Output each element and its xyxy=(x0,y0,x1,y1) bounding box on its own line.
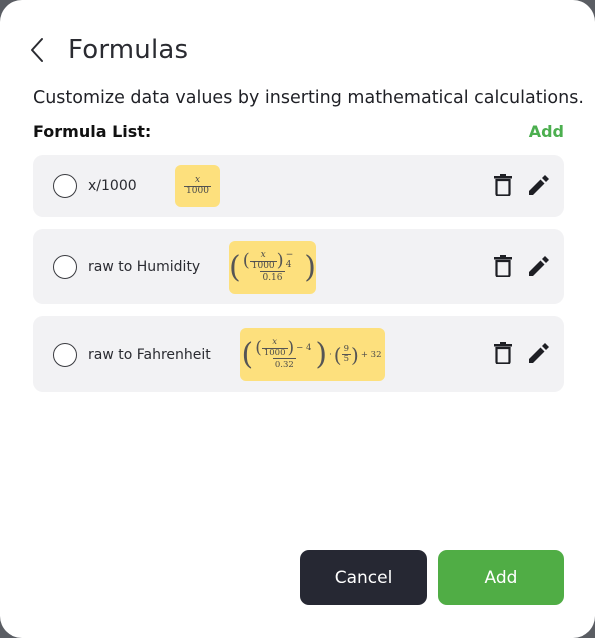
formula-preview: ( ( x 1000 ) − 4 0.32 ) · ( 9 5) + 32 xyxy=(240,328,385,381)
formula-radio[interactable] xyxy=(53,255,77,279)
chevron-left-icon xyxy=(31,38,43,62)
edit-button[interactable] xyxy=(527,173,549,197)
formula-radio[interactable] xyxy=(53,174,77,198)
paren-right: ) xyxy=(315,337,328,372)
paren-left: ( xyxy=(242,250,250,272)
formula-denominator: 5 xyxy=(341,354,352,364)
formula-denominator: 1000 xyxy=(261,347,288,358)
formula-row[interactable]: raw to Fahrenheit ( ( x 1000 ) − 4 0.32 … xyxy=(33,316,564,392)
cancel-button[interactable]: Cancel xyxy=(300,550,427,605)
description-text: Customize data values by inserting mathe… xyxy=(33,88,584,108)
delete-button[interactable] xyxy=(492,254,514,278)
trash-icon xyxy=(494,255,512,277)
paren-left: ( xyxy=(333,342,342,367)
paren-left: ( xyxy=(229,250,241,285)
dialog-header: Formulas xyxy=(30,32,188,68)
formula-name: raw to Fahrenheit xyxy=(88,347,211,363)
formula-name: raw to Humidity xyxy=(88,259,201,275)
formula-denominator: 1000 xyxy=(184,185,211,196)
formula-preview: ( ( x 1000 ) − 4 0.16 ) xyxy=(229,241,316,294)
formulas-dialog: Formulas Customize data values by insert… xyxy=(0,0,595,638)
delete-button[interactable] xyxy=(492,173,514,197)
trash-icon xyxy=(494,342,512,364)
formula-denominator: 0.32 xyxy=(272,358,296,371)
formula-row[interactable]: x/1000 x 1000 xyxy=(33,155,564,217)
formula-operator: + 32 xyxy=(360,349,382,360)
paren-right: ) xyxy=(304,250,316,285)
formula-numerator: x xyxy=(194,174,201,185)
add-formula-link[interactable]: Add xyxy=(529,122,564,141)
formula-numerator: x xyxy=(272,337,278,348)
formula-preview: x 1000 xyxy=(175,165,220,207)
back-button[interactable] xyxy=(30,35,52,65)
delete-button[interactable] xyxy=(492,341,514,365)
add-button[interactable]: Add xyxy=(438,550,564,605)
paren-right: ) xyxy=(287,337,295,358)
trash-icon xyxy=(494,174,512,196)
formula-operator: − 4 xyxy=(296,342,312,353)
formula-numerator: x xyxy=(260,249,266,260)
paren-right: ) xyxy=(276,250,284,272)
pencil-icon xyxy=(528,174,549,195)
paren-left: ( xyxy=(255,337,262,358)
formula-operator: − 4 xyxy=(285,250,294,271)
formula-name: x/1000 xyxy=(88,178,137,194)
formula-numerator: 9 xyxy=(343,343,350,354)
page-title: Formulas xyxy=(68,35,189,65)
paren-left: ( xyxy=(241,337,254,372)
edit-button[interactable] xyxy=(527,254,549,278)
formula-radio[interactable] xyxy=(53,343,77,367)
formula-denominator: 1000 xyxy=(249,260,277,271)
formula-list-label: Formula List: xyxy=(33,122,152,141)
pencil-icon xyxy=(528,255,549,276)
formula-operator: · xyxy=(329,349,332,360)
formula-denominator: 0.16 xyxy=(260,271,285,284)
edit-button[interactable] xyxy=(527,341,549,365)
paren-right: ) xyxy=(351,342,359,367)
formula-row[interactable]: raw to Humidity ( ( x 1000 ) − 4 0.16 ) xyxy=(33,229,564,304)
pencil-icon xyxy=(528,342,549,363)
